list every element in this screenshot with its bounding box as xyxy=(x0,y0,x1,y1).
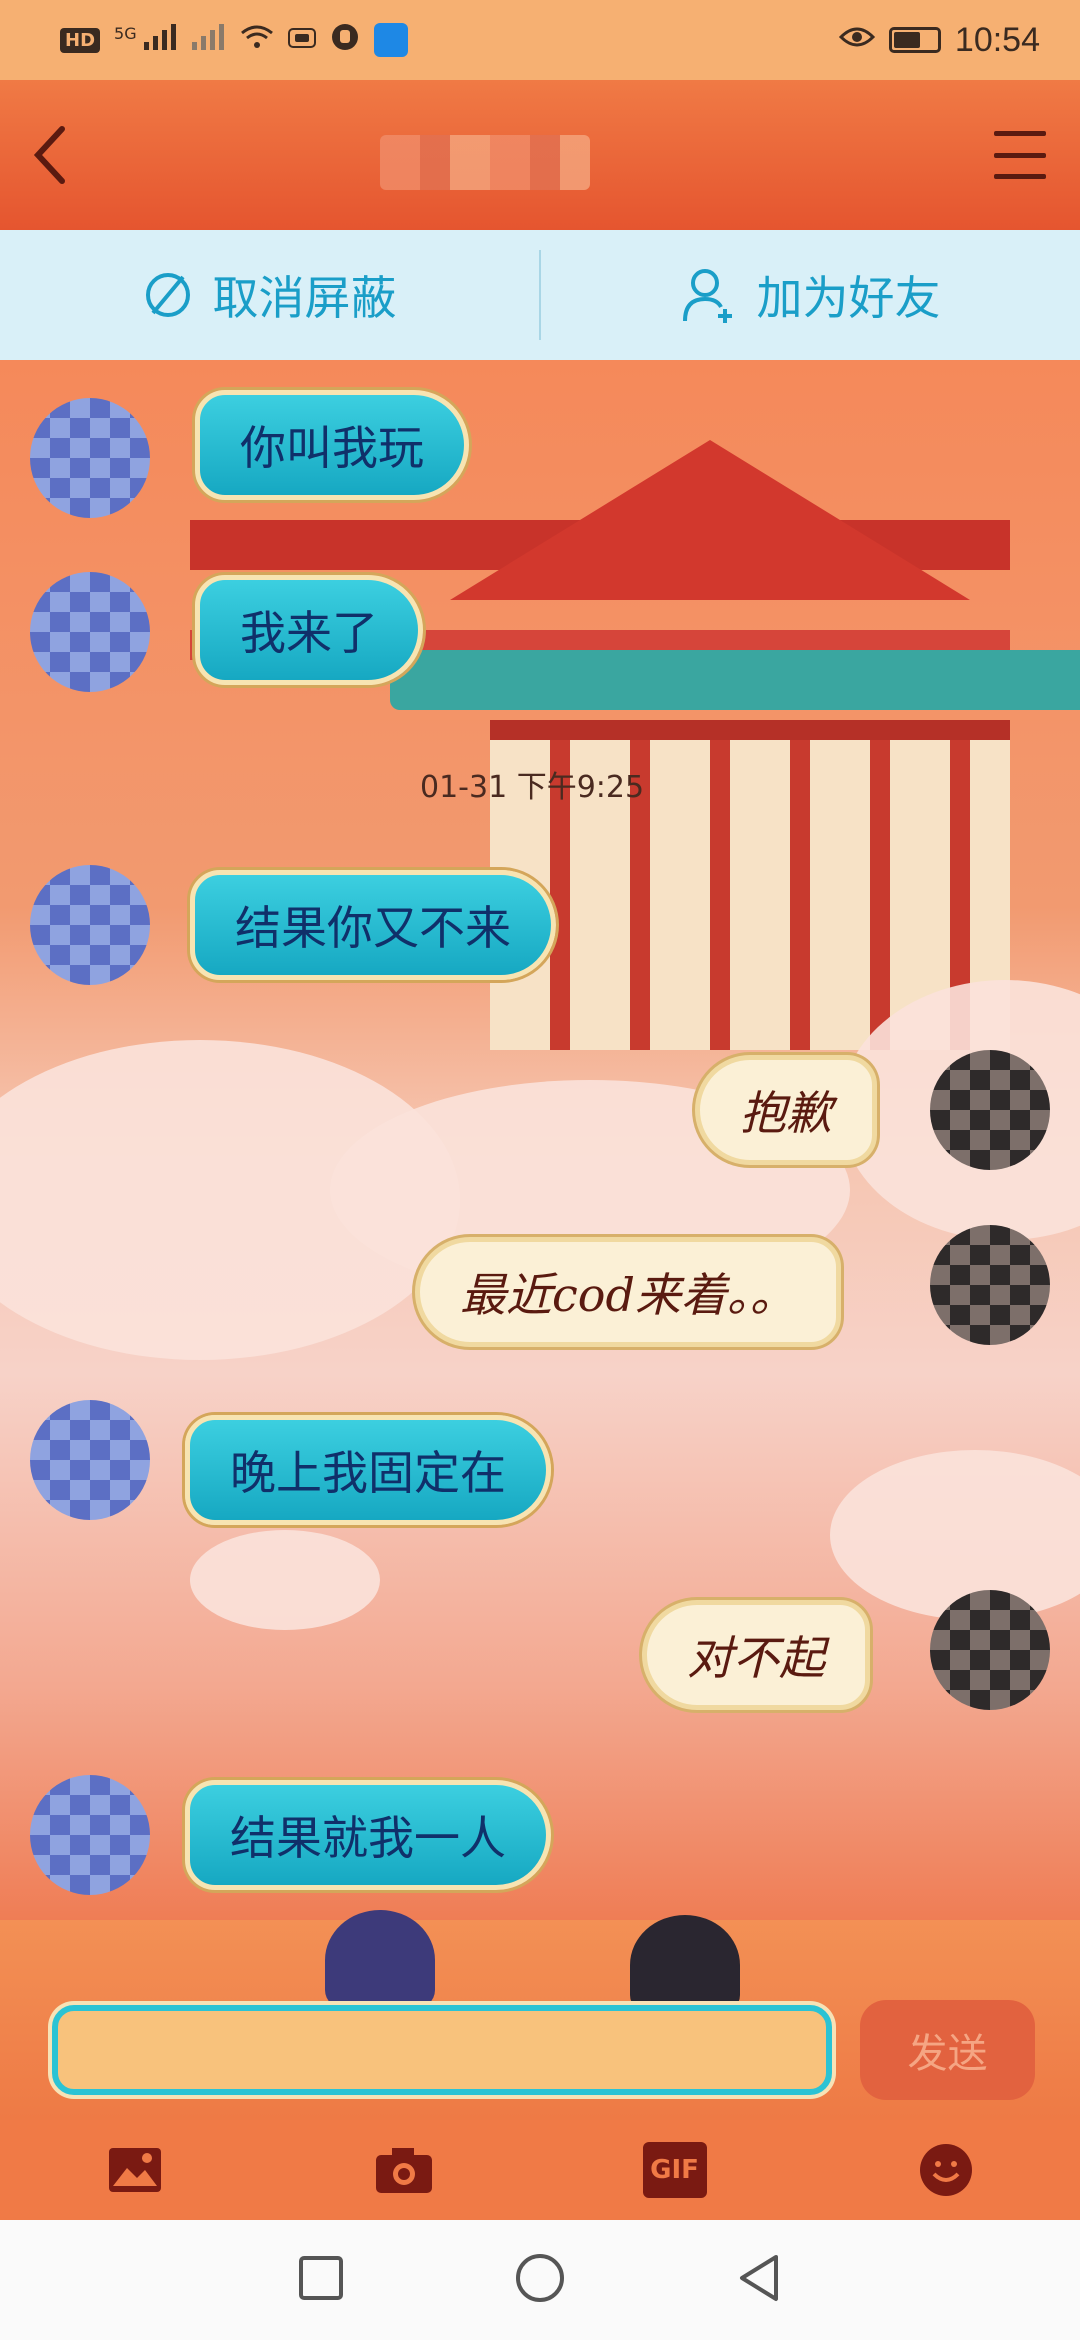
message-bubble[interactable]: 最近cod来着。。 xyxy=(415,1237,841,1347)
message-bubble[interactable]: 你叫我玩 xyxy=(195,390,469,500)
avatar[interactable] xyxy=(30,1775,150,1895)
chevron-left-icon xyxy=(33,126,65,184)
avatar[interactable] xyxy=(30,572,150,692)
action-bar: 取消屏蔽 加为好友 xyxy=(0,230,1080,360)
message-bubble[interactable]: 抱歉 xyxy=(695,1055,877,1165)
avatar[interactable] xyxy=(930,1225,1050,1345)
add-friend-button[interactable]: 加为好友 xyxy=(541,230,1080,360)
send-button[interactable]: 发送 xyxy=(860,2000,1035,2100)
avatar[interactable] xyxy=(30,398,150,518)
cloud-decoration xyxy=(830,1450,1080,1620)
message-bubble[interactable]: 结果你又不来 xyxy=(190,870,556,980)
unblock-button[interactable]: 取消屏蔽 xyxy=(0,230,539,360)
hd-badge-icon: HD xyxy=(60,27,101,53)
status-right: 10:54 xyxy=(838,20,1040,60)
signal-5g-icon: 5G xyxy=(114,24,178,56)
home-circle-icon[interactable] xyxy=(514,2252,566,2308)
composer: 发送 xyxy=(0,1910,1080,2120)
gif-label: GIF xyxy=(650,2155,699,2185)
eye-icon xyxy=(838,25,876,55)
message-bubble[interactable]: 结果就我一人 xyxy=(185,1780,551,1890)
back-triangle-icon[interactable] xyxy=(736,2253,782,2307)
avatar[interactable] xyxy=(30,865,150,985)
avatar[interactable] xyxy=(30,1400,150,1520)
avatar[interactable] xyxy=(930,1590,1050,1710)
message-input[interactable] xyxy=(52,2005,832,2095)
message-bubble[interactable]: 对不起 xyxy=(642,1600,870,1710)
camera-icon[interactable] xyxy=(374,2142,434,2198)
hand-icon xyxy=(330,22,360,58)
status-bar: HD 5G 10:54 xyxy=(0,0,1080,80)
cloud-decoration xyxy=(190,1530,380,1630)
contact-name-blurred xyxy=(380,135,590,190)
unblock-label: 取消屏蔽 xyxy=(212,271,397,325)
recents-square-icon[interactable] xyxy=(298,2255,344,2305)
image-icon[interactable] xyxy=(105,2142,165,2198)
emoji-icon[interactable] xyxy=(916,2142,976,2198)
add-friend-icon xyxy=(682,269,732,323)
chat-header xyxy=(0,80,1080,230)
gif-icon[interactable]: GIF xyxy=(642,2142,707,2198)
network-label: 5G xyxy=(114,24,137,43)
input-toolbar: GIF xyxy=(0,2120,1080,2220)
back-button[interactable] xyxy=(20,120,80,190)
message-bubble[interactable]: 我来了 xyxy=(195,575,423,685)
status-time: 10:54 xyxy=(954,20,1040,59)
app-icon xyxy=(374,23,409,57)
battery-icon xyxy=(888,27,941,53)
system-nav-bar xyxy=(0,2220,1080,2340)
mascot-right-decoration xyxy=(630,1915,740,2015)
status-left: HD 5G xyxy=(60,22,409,58)
signal-x-icon xyxy=(192,24,226,56)
wifi-icon xyxy=(240,24,274,56)
nfc-icon xyxy=(288,28,317,52)
mascot-left-decoration xyxy=(325,1910,435,2010)
message-bubble[interactable]: 晚上我固定在 xyxy=(185,1415,551,1525)
chat-area[interactable]: 你叫我玩 我来了 01-31 下午9:25 结果你又不来 抱歉 最近cod来着。… xyxy=(0,360,1080,1920)
hamburger-menu-icon[interactable] xyxy=(990,125,1050,185)
unblock-icon xyxy=(145,273,190,317)
message-timestamp: 01-31 下午9:25 xyxy=(420,770,645,805)
avatar[interactable] xyxy=(930,1050,1050,1170)
add-friend-label: 加为好友 xyxy=(756,271,941,325)
